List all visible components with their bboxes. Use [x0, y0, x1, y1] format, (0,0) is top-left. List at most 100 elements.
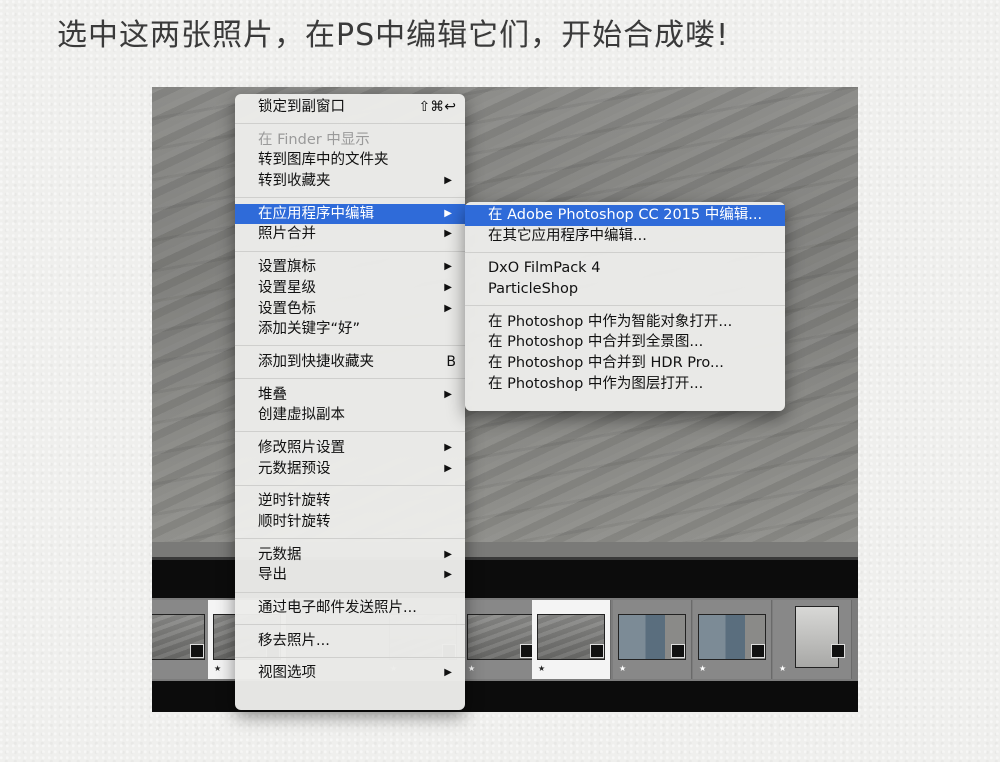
menu-item-label: 锁定到副窗口: [258, 99, 345, 115]
context-menu-item[interactable]: 设置旗标 ▶: [235, 257, 465, 278]
menu-item-label: 在 Photoshop 中合并到 HDR Pro...: [488, 355, 724, 372]
filmstrip-thumbnail[interactable]: ★: [773, 600, 852, 679]
menu-item-label: 转到图库中的文件夹: [258, 152, 389, 169]
menu-item-label: 在应用程序中编辑: [258, 205, 374, 222]
menu-separator: [235, 538, 465, 540]
menu-item-label: 设置色标: [258, 300, 316, 317]
submenu-arrow-icon: ▶: [444, 175, 452, 187]
star-icon: ★: [214, 664, 222, 673]
menu-separator: [235, 250, 465, 252]
edit-badge-icon: [751, 644, 765, 658]
submenu-arrow-icon: ▶: [444, 261, 452, 273]
star-icon: ★: [468, 664, 476, 673]
context-menu[interactable]: 锁定到副窗口 ⇧⌘↩ 在 Finder 中显示 转到图库中的文件夹 转到收藏夹 ▶ 在应用程…: [235, 94, 465, 710]
context-menu-item[interactable]: 修改照片设置 ▶: [235, 438, 465, 459]
menu-separator: [235, 345, 465, 347]
menu-item-label: 堆叠: [258, 386, 287, 403]
filmstrip-thumbnail[interactable]: ★: [462, 600, 541, 679]
submenu-item[interactable]: 在 Photoshop 中合并到 HDR Pro...: [465, 353, 785, 374]
menu-item-label: 设置星级: [258, 279, 316, 296]
context-menu-item[interactable]: 元数据预设 ▶: [235, 459, 465, 480]
star-icon: ★: [619, 664, 627, 673]
shortcut-label: B: [446, 353, 456, 370]
menu-separator: [465, 251, 785, 253]
context-menu-item[interactable]: 转到图库中的文件夹: [235, 150, 465, 171]
filmstrip-thumbnail[interactable]: ★: [693, 600, 772, 679]
menu-separator: [235, 123, 465, 125]
context-menu-item[interactable]: 顺时针旋转: [235, 512, 465, 533]
menu-item-label: 在其它应用程序中编辑...: [488, 227, 647, 244]
shortcut-label: ⇧⌘↩: [418, 99, 456, 115]
edit-badge-icon: [671, 644, 685, 658]
edit-badge-icon: [190, 644, 204, 658]
menu-item-label: 元数据: [258, 546, 302, 563]
context-menu-item[interactable]: 逆时针旋转: [235, 491, 465, 512]
star-icon: ★: [538, 664, 546, 673]
menu-separator: [235, 431, 465, 433]
context-menu-item: 在 Finder 中显示: [235, 130, 465, 151]
submenu-arrow-icon: ▶: [444, 228, 452, 240]
context-menu-item[interactable]: 堆叠 ▶: [235, 385, 465, 406]
context-menu-item[interactable]: 创建虚拟副本: [235, 405, 465, 426]
menu-item-label: 设置旗标: [258, 259, 316, 276]
context-menu-item[interactable]: 视图选项 ▶: [235, 663, 465, 684]
submenu-item[interactable]: 在 Photoshop 中作为图层打开...: [465, 374, 785, 395]
submenu-item[interactable]: 在 Adobe Photoshop CC 2015 中编辑...: [465, 205, 785, 226]
menu-item-label: 添加关键字“好”: [258, 321, 361, 338]
menu-item-label: 通过电子邮件发送照片...: [258, 600, 417, 617]
submenu-arrow-icon: ▶: [444, 207, 452, 219]
context-menu-item[interactable]: 导出 ▶: [235, 565, 465, 586]
context-menu-item[interactable]: 移去照片...: [235, 631, 465, 652]
star-icon: ★: [779, 664, 787, 673]
menu-item-label: 导出: [258, 567, 287, 584]
context-menu-item[interactable]: 在应用程序中编辑 ▶: [235, 203, 465, 225]
submenu-arrow-icon: ▶: [444, 441, 452, 453]
submenu-arrow-icon: ▶: [444, 281, 452, 293]
menu-separator: [235, 656, 465, 658]
menu-item-label: 在 Photoshop 中作为智能对象打开...: [488, 313, 733, 330]
submenu-item[interactable]: 在 Photoshop 中作为智能对象打开...: [465, 312, 785, 333]
context-menu-item[interactable]: 添加关键字“好”: [235, 319, 465, 340]
submenu-item[interactable]: 在 Photoshop 中合并到全景图...: [465, 332, 785, 353]
submenu-item[interactable]: DxO FilmPack 4: [465, 258, 785, 279]
edit-in-submenu[interactable]: 在 Adobe Photoshop CC 2015 中编辑... 在其它应用程序中…: [465, 202, 785, 411]
star-icon: ★: [699, 664, 707, 673]
submenu-arrow-icon: ▶: [444, 388, 452, 400]
submenu-arrow-icon: ▶: [444, 569, 452, 581]
context-menu-item[interactable]: 照片合并 ▶: [235, 224, 465, 245]
thumbnail-image: [795, 606, 839, 668]
menu-separator: [235, 624, 465, 626]
menu-item-label: 转到收藏夹: [258, 173, 331, 190]
page-caption: 选中这两张照片，在PS中编辑它们，开始合成喽!: [57, 18, 730, 53]
context-menu-item[interactable]: 设置色标 ▶: [235, 299, 465, 320]
filmstrip-thumbnail[interactable]: ★: [532, 600, 611, 679]
submenu-arrow-icon: ▶: [444, 462, 452, 474]
menu-item-label: 逆时针旋转: [258, 493, 331, 510]
submenu-arrow-icon: ▶: [444, 302, 452, 314]
context-menu-item[interactable]: 设置星级 ▶: [235, 278, 465, 299]
context-menu-item[interactable]: 添加到快捷收藏夹 B: [235, 352, 465, 373]
context-menu-item[interactable]: 转到收藏夹 ▶: [235, 171, 465, 192]
menu-item-label: 添加到快捷收藏夹: [258, 353, 374, 370]
menu-item-label: 修改照片设置: [258, 439, 345, 456]
context-menu-item[interactable]: 锁定到副窗口 ⇧⌘↩: [235, 97, 465, 118]
menu-item-label: 元数据预设: [258, 460, 331, 477]
edit-badge-icon: [831, 644, 845, 658]
filmstrip-thumbnail[interactable]: ★: [152, 600, 211, 679]
submenu-arrow-icon: ▶: [444, 548, 452, 560]
submenu-item[interactable]: ParticleShop: [465, 279, 785, 300]
menu-item-label: 在 Photoshop 中合并到全景图...: [488, 334, 704, 351]
menu-separator: [235, 591, 465, 593]
filmstrip-thumbnail[interactable]: ★: [613, 600, 692, 679]
submenu-item[interactable]: 在其它应用程序中编辑...: [465, 226, 785, 247]
menu-item-label: ParticleShop: [488, 281, 579, 298]
submenu-arrow-icon: ▶: [444, 667, 452, 679]
menu-separator: [235, 484, 465, 486]
context-menu-item[interactable]: 元数据 ▶: [235, 545, 465, 566]
menu-item-label: 顺时针旋转: [258, 514, 331, 530]
menu-item-label: 在 Photoshop 中作为图层打开...: [488, 375, 704, 392]
menu-item-label: 在 Adobe Photoshop CC 2015 中编辑...: [488, 207, 763, 223]
context-menu-item[interactable]: 通过电子邮件发送照片...: [235, 598, 465, 619]
menu-separator: [235, 378, 465, 380]
menu-separator: [235, 197, 465, 199]
